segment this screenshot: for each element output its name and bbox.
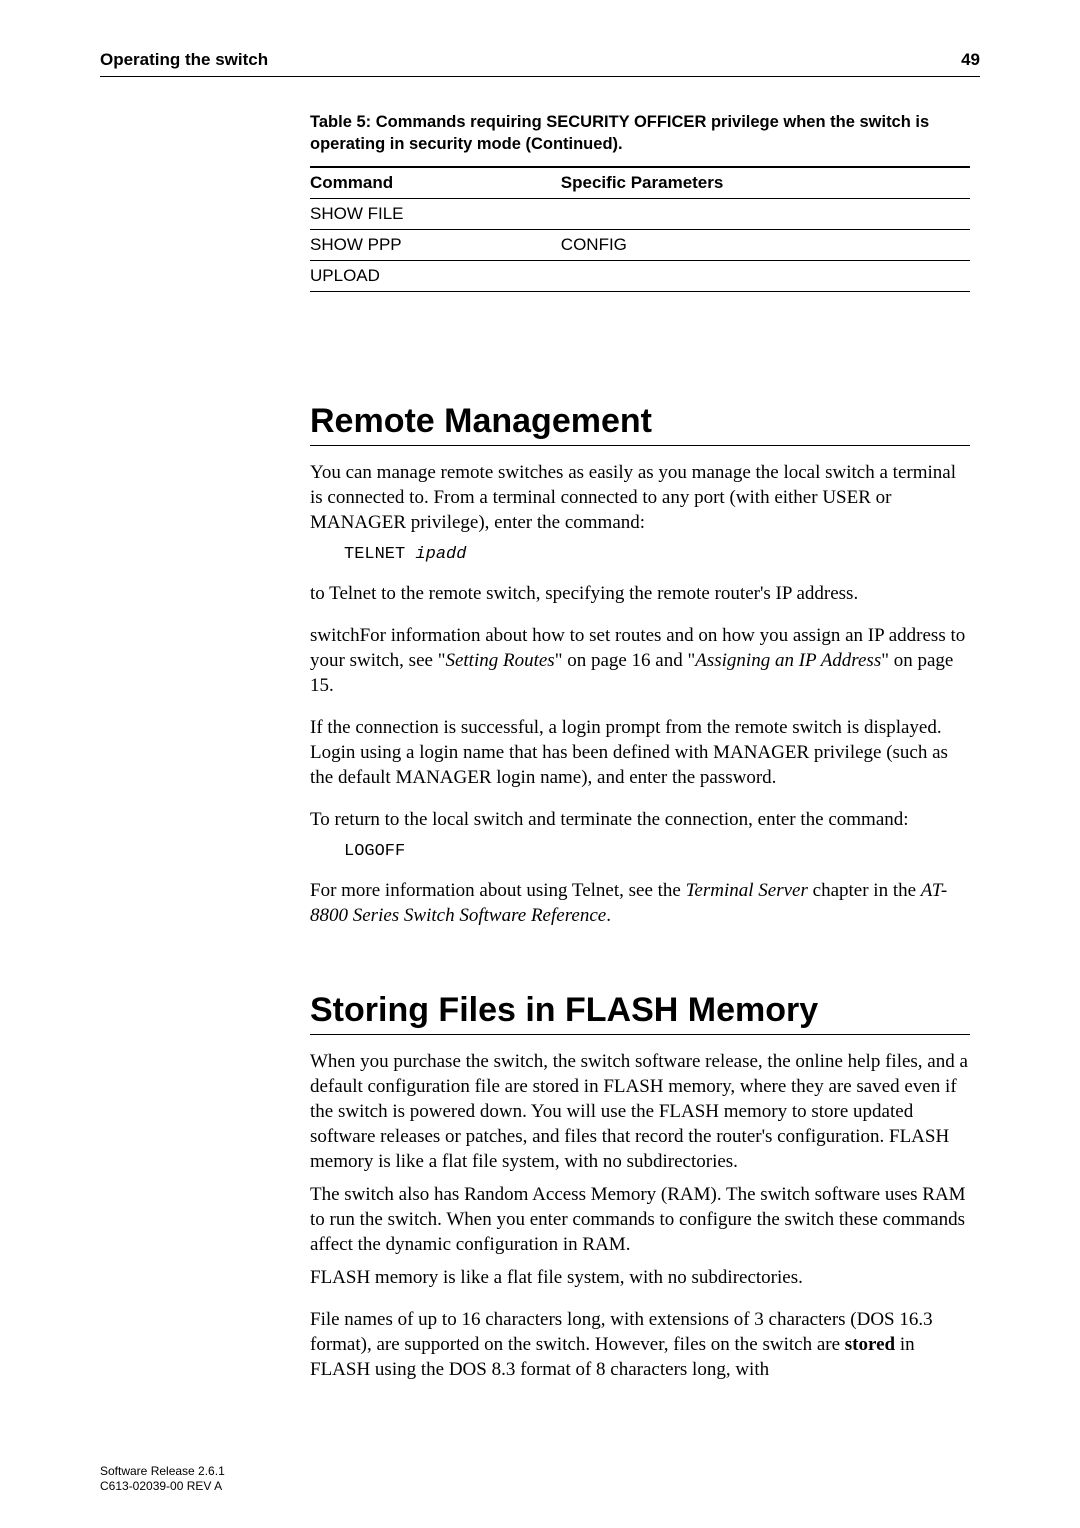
body-paragraph: If the connection is successful, a login… [310,715,970,790]
section-heading-flash: Storing Files in FLASH Memory [310,991,970,1035]
page: Operating the switch 49 Table 5: Command… [0,0,1080,1528]
bold-text: stored [845,1334,895,1355]
footer-release: Software Release 2.6.1 [100,1464,225,1479]
page-footer: Software Release 2.6.1 C613-02039-00 REV… [100,1464,225,1494]
table-header-row: Command Specific Parameters [310,167,970,199]
table-header-command: Command [310,167,561,199]
table-row: UPLOAD [310,260,970,291]
running-header-title: Operating the switch [100,50,268,70]
table-cell-params [561,260,970,291]
code-command: TELNET ipadd [344,545,970,564]
body-paragraph: You can manage remote switches as easily… [310,460,970,535]
section-gap [310,929,970,991]
body-paragraph: For more information about using Telnet,… [310,878,970,928]
footer-docid: C613-02039-00 REV A [100,1479,225,1494]
body-paragraph: When you purchase the switch, the switch… [310,1049,970,1174]
code-command: LOGOFF [344,842,970,861]
table-cell-command: UPLOAD [310,260,561,291]
text-run: For more information about using Telnet,… [310,880,686,901]
table-row: SHOW FILE [310,198,970,229]
cross-reference: Assigning an IP Address [695,650,881,671]
table-caption: Table 5: Commands requiring SECURITY OFF… [310,111,970,156]
code-argument: ipadd [415,545,466,564]
body-paragraph: FLASH memory is like a flat file system,… [310,1265,970,1290]
text-run: File names of up to 16 characters long, … [310,1309,933,1355]
section-heading-remote: Remote Management [310,402,970,446]
table-cell-command: SHOW PPP [310,229,561,260]
body-paragraph: switchFor information about how to set r… [310,623,970,698]
code-text: TELNET [344,545,415,564]
table-row: SHOW PPP CONFIG [310,229,970,260]
table-cell-params: CONFIG [561,229,970,260]
body-paragraph: File names of up to 16 characters long, … [310,1307,970,1382]
running-header: Operating the switch 49 [100,50,980,77]
table-header-params: Specific Parameters [561,167,970,199]
table-cell-params [561,198,970,229]
text-run: . [606,905,611,926]
body-paragraph: to Telnet to the remote switch, specifyi… [310,581,970,606]
text-run: " on page 16 and " [555,650,696,671]
command-table: Command Specific Parameters SHOW FILE SH… [310,166,970,292]
table-cell-command: SHOW FILE [310,198,561,229]
body-paragraph: The switch also has Random Access Memory… [310,1182,970,1257]
content-column: Table 5: Commands requiring SECURITY OFF… [310,111,970,1382]
body-paragraph: To return to the local switch and termin… [310,807,970,832]
cross-reference: Setting Routes [445,650,554,671]
text-run: chapter in the [808,880,921,901]
page-number: 49 [961,50,980,70]
cross-reference: Terminal Server [686,880,808,901]
